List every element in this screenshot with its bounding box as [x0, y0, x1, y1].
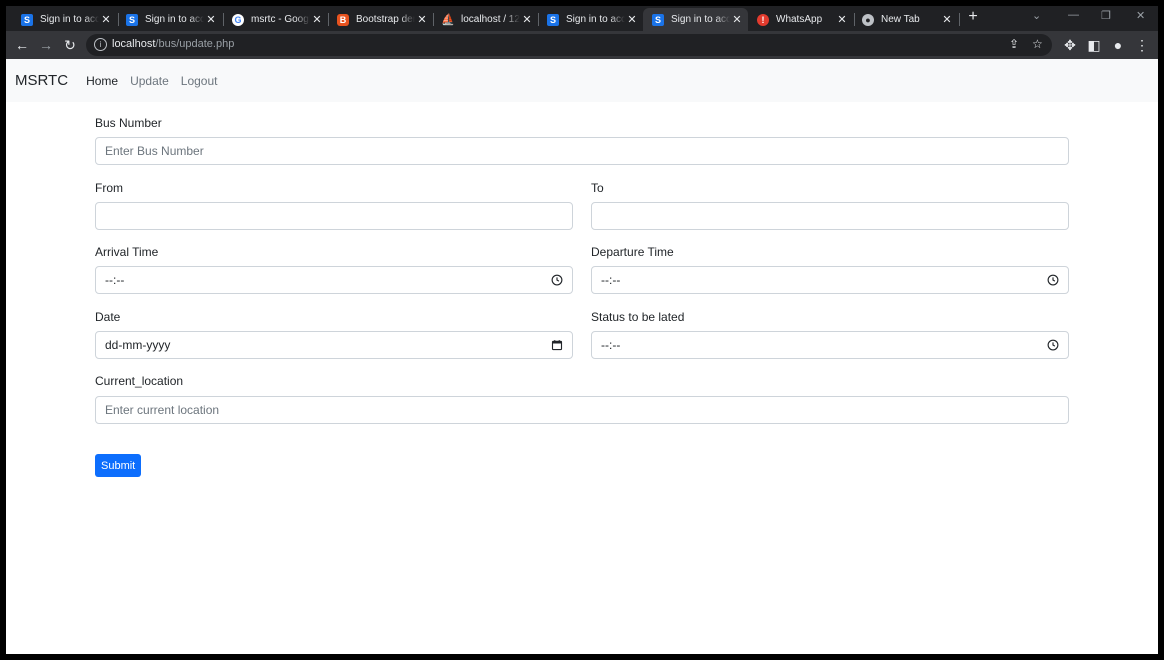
new-tab-icon[interactable]: +: [964, 8, 982, 26]
tab[interactable]: S Sign in to account ✕: [117, 8, 222, 31]
tab-strip: S Sign in to account ✕ S Sign in to acco…: [6, 6, 1158, 31]
departure-time-value: --:--: [601, 273, 621, 287]
tab-title: Sign in to account: [566, 14, 625, 25]
browser-window: S Sign in to account ✕ S Sign in to acco…: [6, 6, 1158, 654]
bus-number-label: Bus Number: [95, 116, 162, 130]
departure-time-input[interactable]: --:--: [591, 266, 1069, 294]
tab-title: New Tab: [881, 14, 920, 25]
brand[interactable]: MSRTC: [15, 72, 68, 89]
tab-title: Sign in to account: [145, 14, 204, 25]
calendar-icon[interactable]: [551, 339, 563, 351]
url-host: localhost: [112, 38, 156, 50]
url-path: /bus/update.php: [155, 38, 235, 50]
close-icon[interactable]: ✕: [730, 13, 744, 26]
tab-title: msrtc - Google Search: [251, 14, 310, 25]
tab-title: Sign in to account: [671, 14, 730, 25]
date-value: dd-mm-yyyy: [105, 338, 171, 352]
bus-number-input[interactable]: Enter Bus Number: [95, 137, 1069, 165]
restore-icon[interactable]: ❐: [1101, 9, 1111, 22]
tab-title: Bootstrap demo: [356, 14, 415, 25]
to-input[interactable]: [591, 202, 1069, 230]
clock-icon[interactable]: [551, 274, 563, 286]
profile-icon[interactable]: ●: [1109, 36, 1127, 54]
tab-title: WhatsApp: [776, 14, 823, 25]
clock-icon[interactable]: [1047, 339, 1059, 351]
extensions-icon[interactable]: ✥: [1061, 36, 1079, 54]
tab[interactable]: ● New Tab ✕: [853, 8, 958, 31]
tab[interactable]: S Sign in to account ✕: [538, 8, 643, 31]
status-late-value: --:--: [601, 338, 621, 352]
tab[interactable]: S Sign in to account ✕: [12, 8, 117, 31]
tab[interactable]: B Bootstrap demo ✕: [328, 8, 433, 31]
chrome-icon: ●: [862, 13, 874, 26]
from-input[interactable]: [95, 202, 573, 230]
status-late-input[interactable]: --:--: [591, 331, 1069, 359]
browser-toolbar: ← → ↻ i localhost/bus/update.php ⇪ ☆ ✥ ◧…: [6, 31, 1158, 59]
close-icon[interactable]: ✕: [835, 13, 849, 26]
arrival-time-label: Arrival Time: [95, 245, 159, 259]
close-icon[interactable]: ✕: [415, 13, 429, 26]
bootstrap-icon: B: [337, 13, 349, 26]
tab-title: localhost / 127.0.0.1: [461, 14, 520, 25]
s-icon: S: [21, 13, 33, 26]
google-icon: G: [232, 13, 244, 26]
tab[interactable]: ! WhatsApp ✕: [748, 8, 853, 31]
current-location-label: Current_location: [95, 374, 184, 388]
s-icon: S: [126, 13, 138, 26]
bus-number-placeholder: Enter Bus Number: [105, 144, 204, 158]
phpmyadmin-icon: ⛵: [441, 14, 455, 26]
close-icon[interactable]: ✕: [625, 13, 639, 26]
tab-search-icon[interactable]: ⌄: [1032, 9, 1041, 22]
navbar: MSRTC Home Update Logout: [6, 59, 1158, 102]
url-text[interactable]: localhost/bus/update.php: [112, 38, 234, 50]
from-label: From: [95, 181, 123, 195]
menu-icon[interactable]: ⋮: [1133, 36, 1151, 54]
forward-icon[interactable]: →: [37, 36, 55, 54]
tab-separator: [959, 13, 960, 26]
reload-icon[interactable]: ↻: [61, 36, 79, 54]
nav-logout[interactable]: Logout: [181, 74, 218, 88]
to-label: To: [591, 181, 604, 195]
site-info-icon[interactable]: i: [94, 38, 107, 51]
arrival-time-value: --:--: [105, 273, 125, 287]
s-icon: S: [547, 13, 559, 26]
back-icon[interactable]: ←: [13, 36, 31, 54]
close-icon[interactable]: ✕: [310, 13, 324, 26]
current-location-input[interactable]: Enter current location: [95, 396, 1069, 424]
status-late-label: Status to be lated: [591, 310, 685, 324]
share-icon[interactable]: ⇪: [1009, 37, 1019, 51]
arrival-time-input[interactable]: --:--: [95, 266, 573, 294]
nav-update[interactable]: Update: [130, 74, 169, 88]
close-icon[interactable]: ✕: [520, 13, 534, 26]
tab-active[interactable]: S Sign in to account ✕: [643, 8, 748, 31]
bookmark-star-icon[interactable]: ☆: [1032, 37, 1043, 51]
date-label: Date: [95, 310, 121, 324]
close-icon[interactable]: ✕: [204, 13, 218, 26]
close-icon[interactable]: ✕: [940, 13, 954, 26]
date-input[interactable]: dd-mm-yyyy: [95, 331, 573, 359]
close-icon[interactable]: ✕: [99, 13, 113, 26]
departure-time-label: Departure Time: [591, 245, 674, 259]
clock-icon[interactable]: [1047, 274, 1059, 286]
nav-home[interactable]: Home: [86, 74, 118, 88]
minimize-icon[interactable]: —: [1068, 9, 1079, 21]
s-icon: S: [652, 13, 664, 26]
side-panel-icon[interactable]: ◧: [1085, 36, 1103, 54]
tab[interactable]: G msrtc - Google Search ✕: [223, 8, 328, 31]
current-location-placeholder: Enter current location: [105, 403, 220, 417]
tab-title: Sign in to account: [40, 14, 99, 25]
submit-button[interactable]: Submit: [95, 454, 142, 477]
close-window-icon[interactable]: ✕: [1136, 9, 1145, 22]
whatsapp-icon: !: [757, 13, 769, 26]
address-bar[interactable]: i localhost/bus/update.php ⇪ ☆: [86, 34, 1052, 56]
tab[interactable]: ⛵ localhost / 127.0.0.1 ✕: [433, 8, 538, 31]
